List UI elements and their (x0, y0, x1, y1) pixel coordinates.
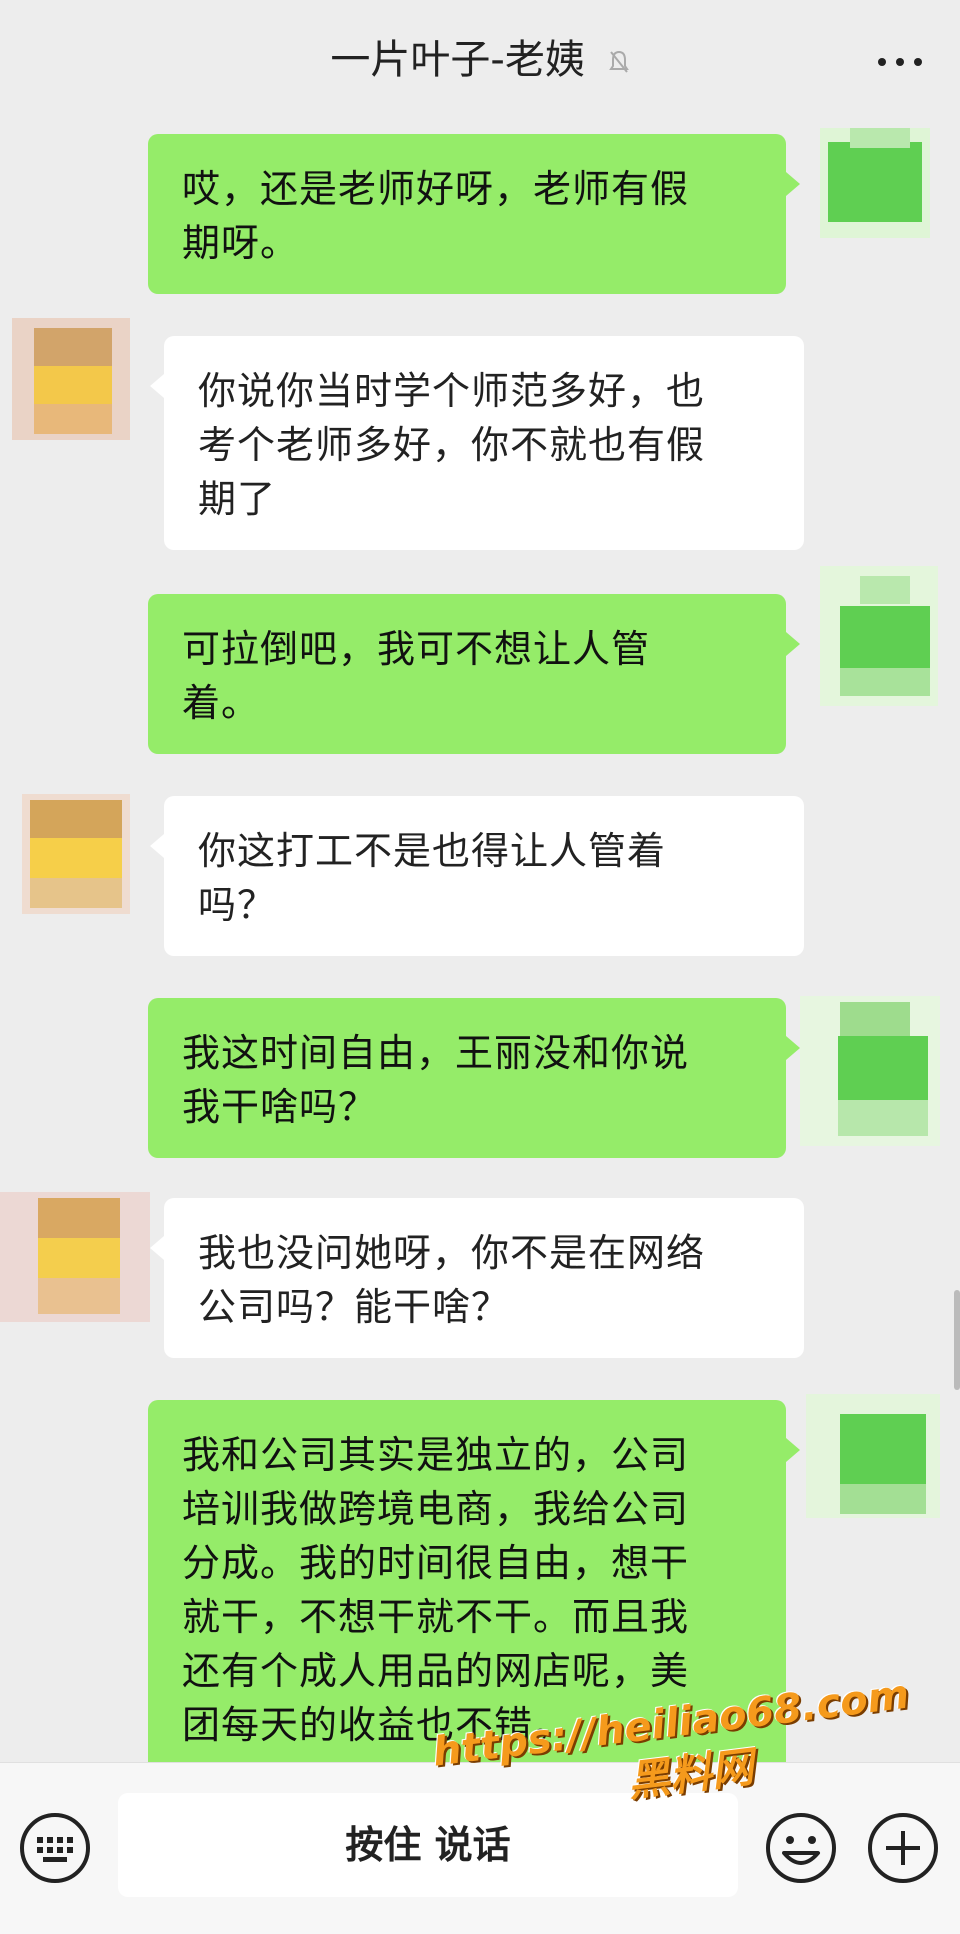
message-bubble-contact[interactable]: 你说你当时学个师范多好，也 考个老师多好，你不就也有假 期了 (150, 336, 804, 550)
message-line: 分成。我的时间很自由，想干 (182, 1541, 690, 1585)
message-line: 培训我做跨境电商，我给公司 (182, 1487, 690, 1531)
my-avatar[interactable] (820, 566, 938, 706)
message-bubble-mine[interactable]: 哎，还是老师好呀，老师有假 期呀。 (148, 134, 800, 294)
message-bubble-mine[interactable]: 可拉倒吧，我可不想让人管 着。 (148, 594, 800, 754)
mute-bell-icon (608, 50, 629, 73)
message-line: 公司吗？能干啥？ (198, 1285, 511, 1329)
message-line: 着。 (182, 681, 261, 725)
keyboard-icon[interactable] (18, 1811, 92, 1885)
chat-title-area: 一片叶子-老姨 (0, 30, 960, 90)
message-line: 吗？ (198, 883, 277, 927)
message-line: 我干啥吗？ (182, 1085, 378, 1129)
message-line: 你这打工不是也得让人管着 (198, 829, 667, 873)
contact-avatar[interactable] (12, 318, 130, 440)
scrollbar[interactable] (954, 1290, 960, 1390)
message-line: 你说你当时学个师范多好，也 (198, 369, 706, 413)
my-avatar[interactable] (820, 128, 930, 238)
message-bubble-contact[interactable]: 你这打工不是也得让人管着 吗？ (150, 796, 804, 956)
my-avatar[interactable] (806, 1394, 940, 1518)
message-line: 我这时间自由，王丽没和你说 (182, 1031, 690, 1075)
contact-avatar[interactable] (0, 1192, 150, 1322)
message-bubble-mine[interactable]: 我这时间自由，王丽没和你说 我干啥吗？ (148, 998, 800, 1158)
message-line: 我和公司其实是独立的，公司 (182, 1433, 690, 1477)
message-line: 哎，还是老师好呀，老师有假 (182, 167, 690, 211)
message-line: 考个老师多好，你不就也有假 (198, 423, 706, 467)
message-line: 期呀。 (182, 221, 300, 265)
chat-title: 一片叶子-老姨 (330, 37, 585, 83)
plus-icon[interactable] (866, 1811, 940, 1885)
message-line: 还有个成人用品的网店呢，美 (182, 1649, 690, 1693)
more-dots-icon[interactable] (870, 40, 930, 80)
contact-avatar[interactable] (22, 794, 130, 914)
message-line: 可拉倒吧，我可不想让人管 (182, 627, 651, 671)
my-avatar[interactable] (800, 996, 940, 1146)
message-line: 期了 (198, 477, 277, 521)
message-line: 我也没问她呀，你不是在网络 (198, 1231, 706, 1275)
message-list[interactable]: 哎，还是老师好呀，老师有假 期呀。 你说你当时学个师范多好，也 考个老师多好，你… (0, 122, 960, 1762)
message-line: 就干，不想干就不干。而且我 (182, 1595, 690, 1639)
chat-header: 一片叶子-老姨 (0, 0, 960, 122)
message-bubble-contact[interactable]: 我也没问她呀，你不是在网络 公司吗？能干啥？ (150, 1198, 804, 1358)
